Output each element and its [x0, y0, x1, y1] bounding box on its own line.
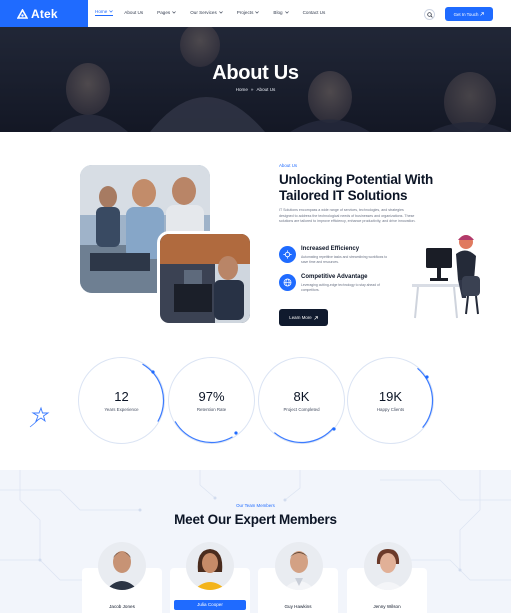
breadcrumb-home[interactable]: Home — [236, 87, 248, 92]
nav-item-pages[interactable]: Pages — [157, 9, 176, 16]
learn-more-button[interactable]: Learn More — [279, 309, 328, 326]
avatar — [275, 542, 323, 590]
member-name-highlighted: Julia Cooper — [174, 600, 246, 610]
feature-title: Increased Efficiency — [301, 246, 360, 252]
logo[interactable]: Atek — [0, 0, 88, 27]
nav-item-home[interactable]: Home — [95, 9, 114, 16]
nav-item-label: Contact Us — [302, 10, 326, 15]
gear-icon — [283, 250, 292, 259]
stat-ring — [168, 357, 255, 444]
nav-item-label: Pages — [157, 10, 171, 15]
cta-label: Get In Touch — [453, 11, 479, 17]
page-title: About Us — [212, 62, 299, 84]
breadcrumb: Home » About Us — [0, 87, 511, 92]
section-title: Meet Our Expert Members — [174, 512, 337, 527]
arrow-up-right-icon — [480, 12, 485, 16]
chevron-down-icon — [109, 10, 113, 13]
avatar — [186, 542, 234, 590]
nav-item-label: Blog — [273, 10, 283, 15]
search-button[interactable] — [424, 9, 435, 20]
nav-item-services[interactable]: Our Services — [190, 9, 223, 16]
feature-item: Increased Efficiency Automating repetiti… — [279, 245, 399, 269]
feature-title: Competitive Advantage — [301, 274, 368, 280]
star-decoration-icon — [29, 406, 50, 428]
logo-text: Atek — [31, 6, 58, 21]
section-tag: Our Team Members — [236, 503, 275, 508]
stat-years-experience: 12 Years Experience — [78, 357, 165, 444]
section-title: Unlocking Potential With Tailored IT Sol… — [279, 172, 434, 203]
nav-item-projects[interactable]: Projects — [237, 9, 260, 16]
stat-ring — [78, 357, 165, 444]
feature-icon-badge — [279, 274, 296, 291]
circuit-pattern-background — [0, 470, 511, 582]
chevron-down-icon — [255, 11, 260, 14]
member-name: Guy Hawkins — [284, 604, 312, 609]
arrow-up-right-icon — [314, 315, 318, 320]
team-section: Our Team Members Meet Our Expert Members — [0, 470, 511, 613]
search-icon — [426, 11, 433, 18]
feature-icon-badge — [279, 246, 296, 263]
developer-illustration — [412, 235, 480, 319]
section-description: IT Solutions encompass a wide range of s… — [279, 208, 416, 223]
nav-item-blog[interactable]: Blog — [273, 9, 289, 16]
section-tag: About Us — [279, 163, 298, 168]
team-photo-secondary — [157, 231, 253, 326]
nav-item-label: About Us — [124, 10, 144, 15]
breadcrumb-current: About Us — [256, 87, 276, 92]
chevron-down-icon — [284, 11, 289, 14]
nav-item-label: Our Services — [190, 10, 217, 15]
page-hero: About Us Home » About Us — [0, 27, 511, 132]
learn-more-label: Learn More — [289, 315, 312, 320]
stat-happy-clients: 19K Happy Clients — [347, 357, 434, 444]
main-nav: Home About Us Pages Our Services Project… — [95, 9, 325, 16]
chevron-down-icon — [219, 11, 223, 14]
member-name: Jenny Wilson — [373, 604, 401, 609]
stat-retention-rate: 97% Retention Rate — [168, 357, 255, 444]
feature-item: Competitive Advantage Leveraging cutting… — [279, 273, 399, 297]
member-name: Jacob Jones — [109, 604, 135, 609]
globe-icon — [283, 278, 292, 287]
stat-ring — [347, 357, 434, 444]
feature-text: Automating repetitive tasks and streamli… — [301, 255, 388, 264]
get-in-touch-button[interactable]: Get In Touch — [445, 7, 493, 21]
stat-ring — [258, 357, 345, 444]
nav-item-label: Projects — [236, 10, 254, 15]
feature-text: Leveraging cutting-edge technology to st… — [301, 283, 380, 292]
nav-item-about[interactable]: About Us — [124, 9, 143, 16]
avatar — [98, 542, 146, 590]
nav-item-contact[interactable]: Contact Us — [303, 9, 326, 16]
breadcrumb-separator: » — [250, 87, 254, 92]
avatar — [364, 542, 412, 590]
stat-projects-completed: 8K Project Completed — [258, 357, 345, 444]
logo-mark-icon — [17, 8, 28, 19]
nav-item-label: Home — [95, 9, 108, 14]
chevron-down-icon — [172, 11, 176, 14]
site-header: Atek Home About Us Pages Our Services Pr… — [0, 0, 511, 27]
